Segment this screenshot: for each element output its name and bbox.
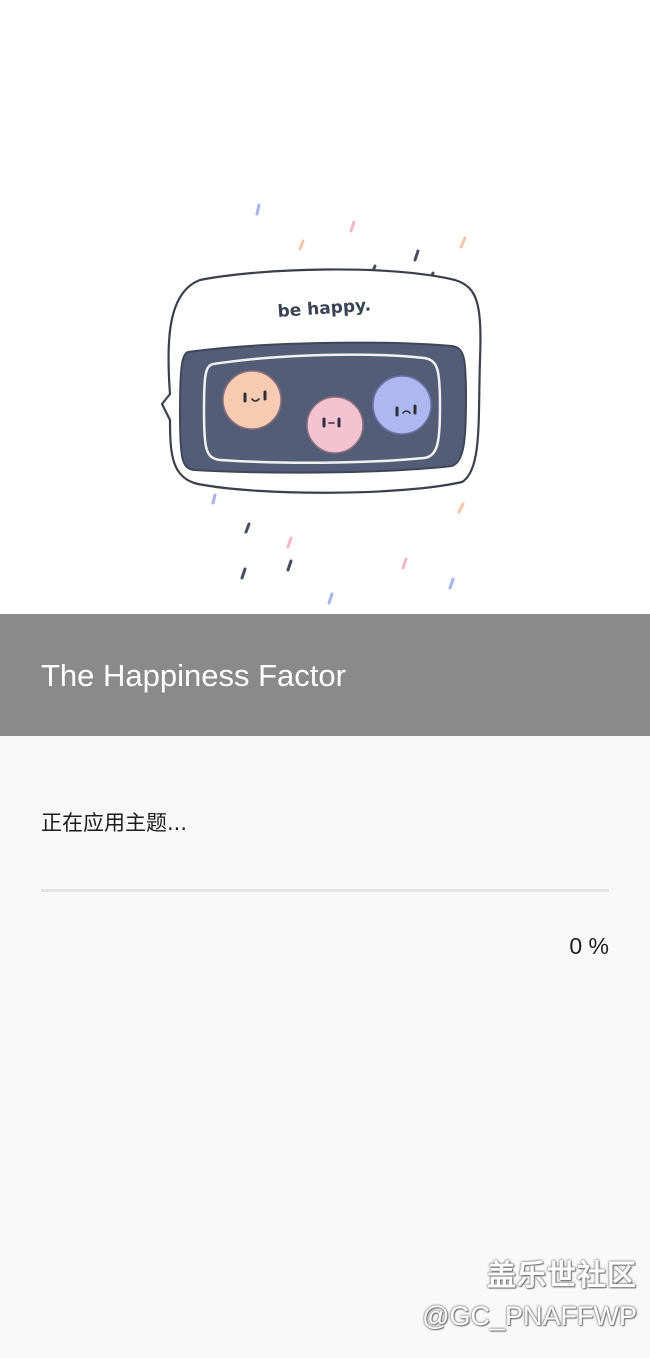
- progress-percent: 0 %: [569, 933, 609, 959]
- peach-face: [222, 370, 282, 430]
- theme-title: The Happiness Factor: [41, 658, 346, 693]
- theme-preview-image: be happy.: [0, 0, 650, 614]
- pink-face: [306, 396, 364, 454]
- progress-bar: [41, 889, 609, 892]
- watermark-handle: @GC_PNAFFWP: [422, 1301, 637, 1331]
- blue-face: [372, 375, 432, 435]
- be-happy-illustration: be happy.: [160, 203, 482, 605]
- watermark: 盖乐世社区 @GC_PNAFFWP: [422, 1257, 637, 1335]
- watermark-community-name: 盖乐世社区: [486, 1258, 637, 1292]
- applying-status-text: 正在应用主题...: [41, 811, 188, 835]
